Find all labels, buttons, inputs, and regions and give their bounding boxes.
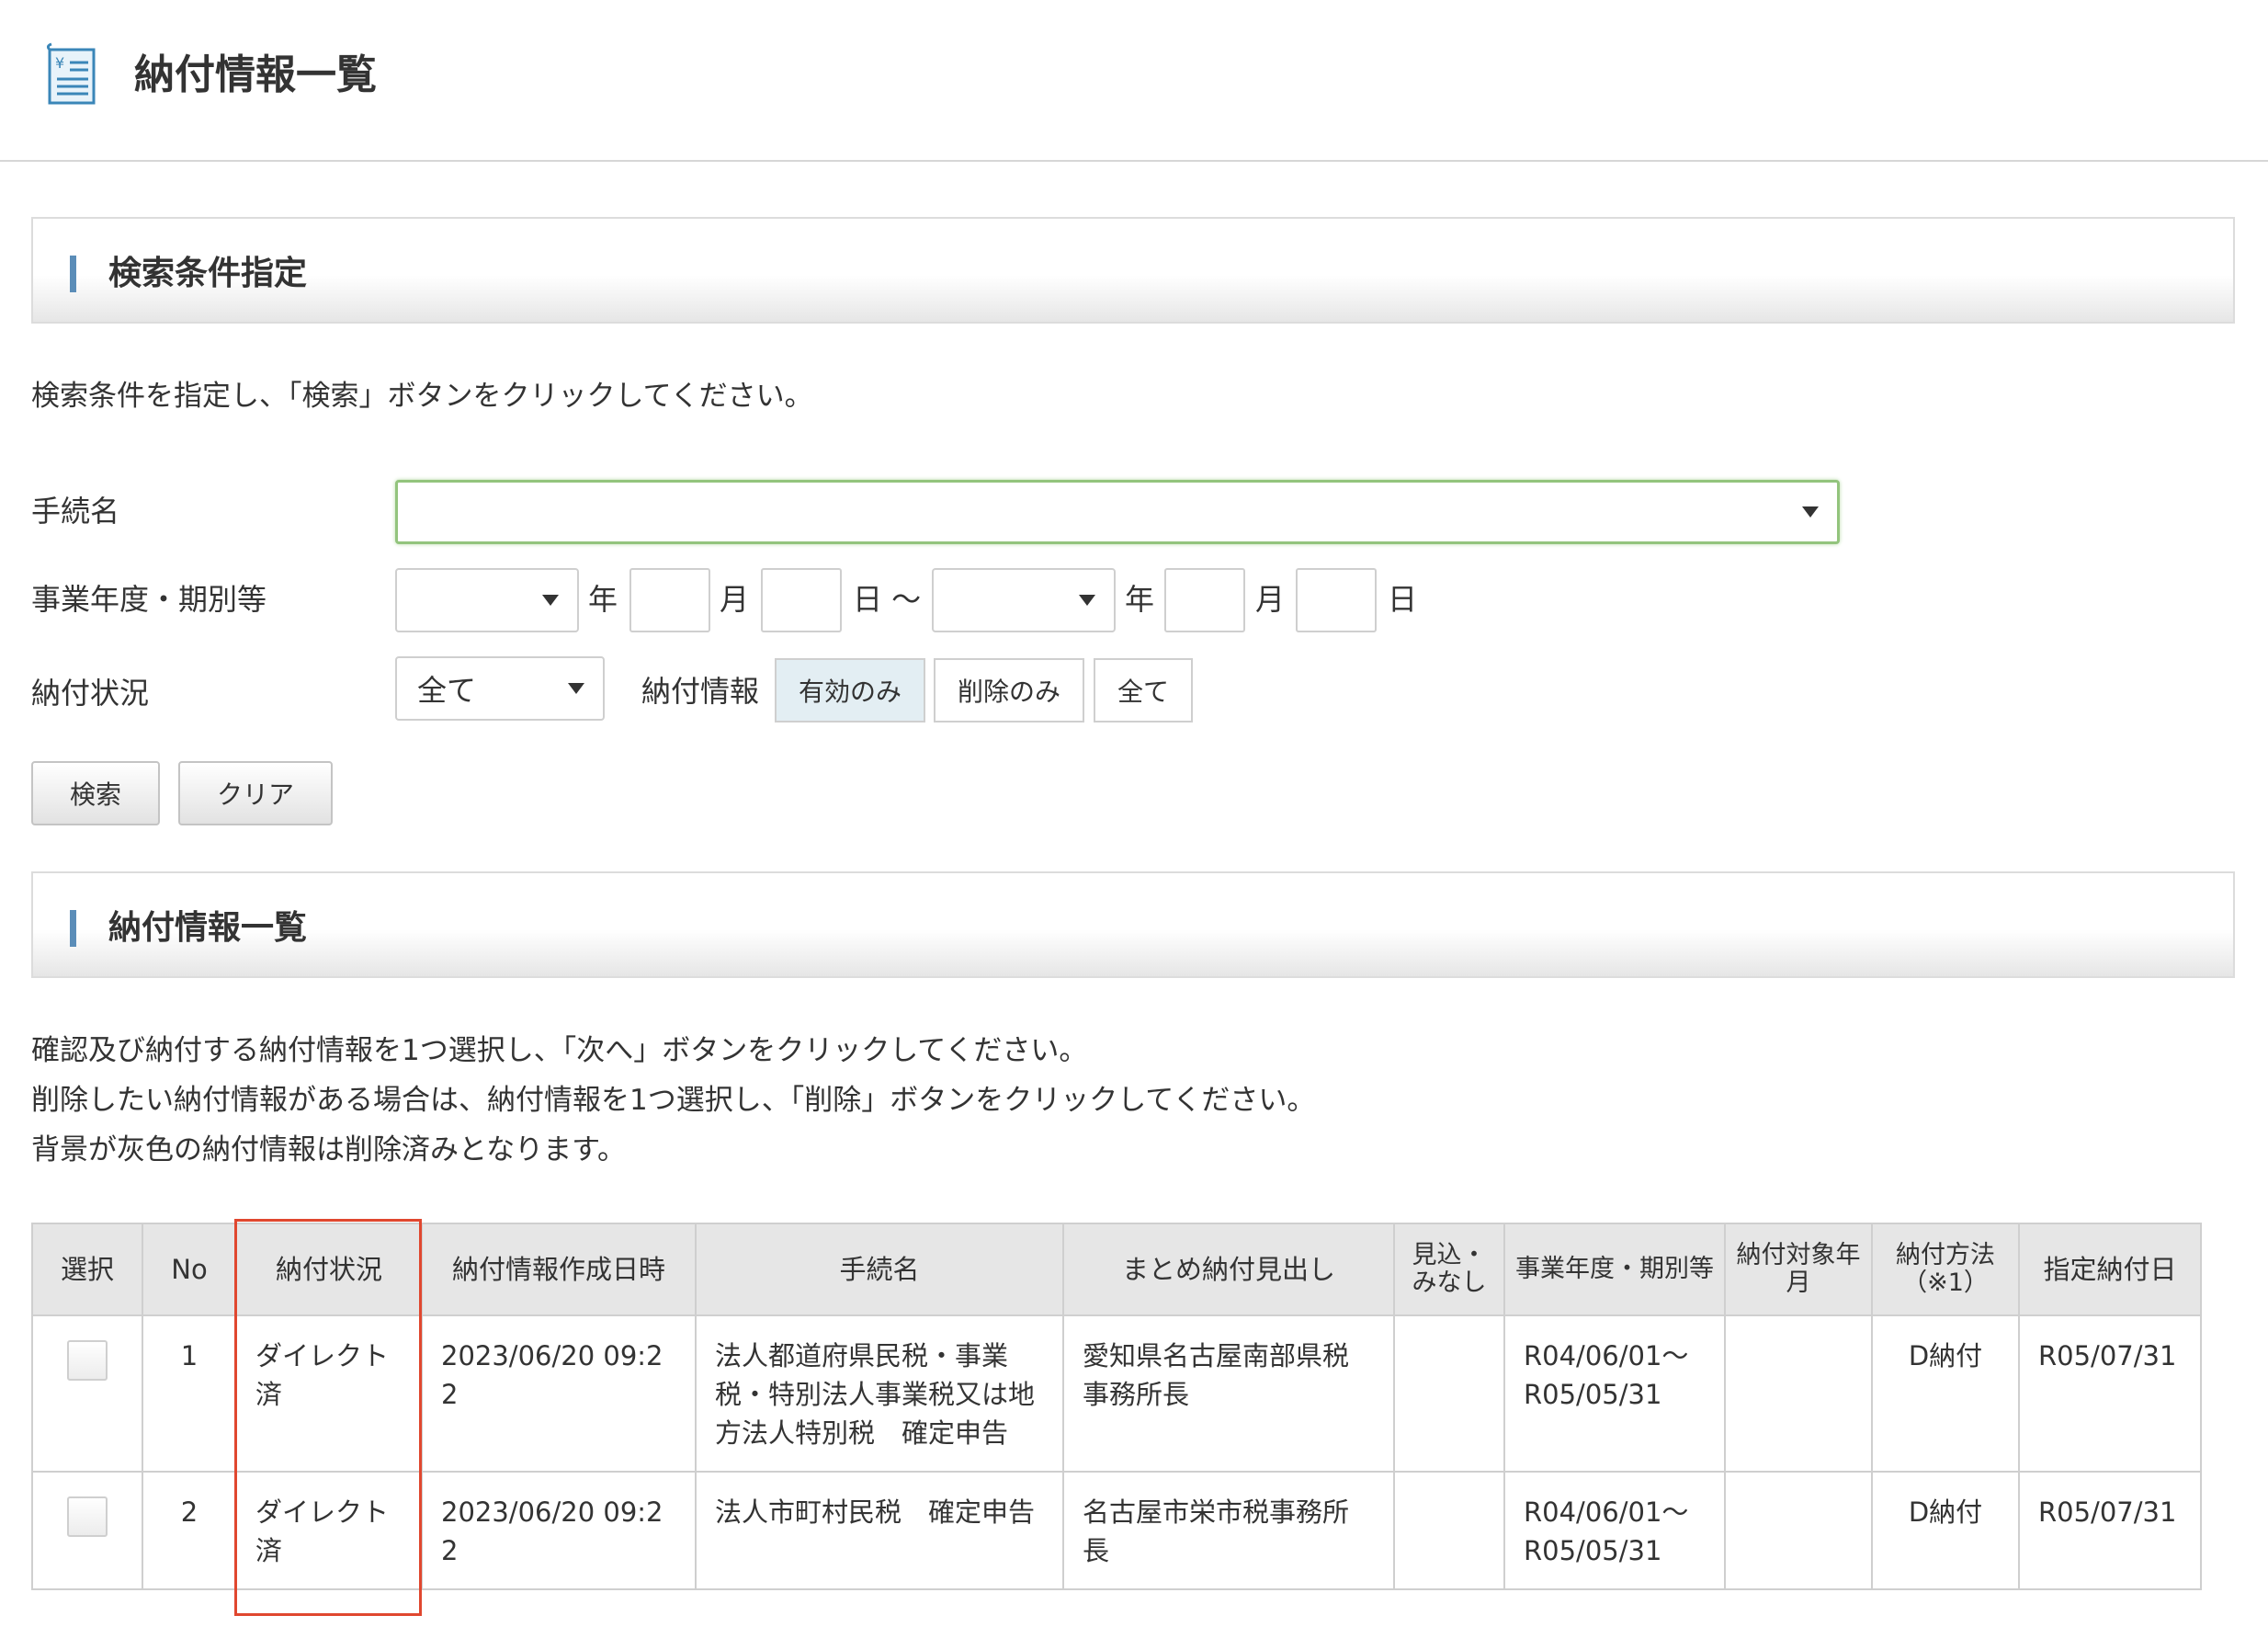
list-description-line-2: 削除したい納付情報がある場合は、納付情報を1つ選択し、「削除」ボタンをクリックし… bbox=[31, 1084, 1316, 1117]
row-period: R04/06/01〜R05/05/31 bbox=[1503, 1314, 1726, 1473]
row-due: R05/07/31 bbox=[2018, 1314, 2202, 1473]
row-select-checkbox[interactable] bbox=[67, 1496, 108, 1537]
svg-text:¥: ¥ bbox=[55, 54, 64, 72]
col-target-month-header: 納付対象年月 bbox=[1724, 1223, 1873, 1316]
chevron-down-icon bbox=[1079, 595, 1095, 606]
status-label: 納付状況 bbox=[31, 676, 150, 711]
unit-day-to: 日 bbox=[1388, 582, 1418, 617]
row-period: R04/06/01〜R05/05/31 bbox=[1503, 1471, 1726, 1590]
row-select-checkbox[interactable] bbox=[67, 1340, 108, 1381]
status-column-highlight-box bbox=[234, 1219, 422, 1616]
chevron-down-icon bbox=[1802, 506, 1819, 518]
status-select-value: 全て bbox=[417, 673, 477, 708]
info-deleted-only-button[interactable]: 削除のみ bbox=[934, 658, 1084, 722]
row-method: D納付 bbox=[1871, 1471, 2020, 1590]
list-description-line-1: 確認及び納付する納付情報を1つ選択し、「次へ」ボタンをクリックしてください。 bbox=[31, 1034, 1088, 1067]
search-button[interactable]: 検索 bbox=[31, 761, 160, 825]
row-summary: 名古屋市栄市税事務所長 bbox=[1062, 1471, 1395, 1590]
list-section-title: 納付情報一覧 bbox=[108, 909, 308, 947]
section-accent-bar bbox=[70, 256, 76, 292]
period-to-era-select[interactable] bbox=[932, 568, 1116, 632]
row-procedure: 法人都道府県民税・事業税・特別法人事業税又は地方法人特別税 確定申告 bbox=[695, 1314, 1064, 1473]
info-label: 納付情報 bbox=[641, 674, 760, 709]
row-target-month bbox=[1724, 1471, 1873, 1590]
row-created: 2023/06/20 09:22 bbox=[421, 1471, 697, 1590]
row-estimate bbox=[1393, 1471, 1505, 1590]
col-select-header: 選択 bbox=[31, 1223, 143, 1316]
chevron-down-icon bbox=[568, 683, 584, 694]
row-method: D納付 bbox=[1871, 1314, 2020, 1473]
period-to-year-input[interactable] bbox=[1164, 568, 1245, 632]
search-section-header: 検索条件指定 bbox=[31, 217, 2235, 324]
row-target-month bbox=[1724, 1314, 1873, 1473]
unit-day-from: 日 〜 bbox=[853, 582, 922, 617]
row-created: 2023/06/20 09:22 bbox=[421, 1314, 697, 1473]
unit-month-from: 月 bbox=[720, 582, 750, 617]
row-due: R05/07/31 bbox=[2018, 1471, 2202, 1590]
search-section-title: 検索条件指定 bbox=[108, 255, 308, 292]
status-select[interactable]: 全て bbox=[395, 656, 605, 721]
row-no: 1 bbox=[142, 1314, 237, 1473]
period-from-month-input[interactable] bbox=[761, 568, 842, 632]
row-procedure: 法人市町村民税 確定申告 bbox=[695, 1471, 1064, 1590]
list-description-line-3: 背景が灰色の納付情報は削除済みとなります。 bbox=[31, 1133, 626, 1166]
col-due-header: 指定納付日 bbox=[2018, 1223, 2202, 1316]
col-summary-header: まとめ納付見出し bbox=[1062, 1223, 1395, 1316]
procedure-label: 手続名 bbox=[31, 494, 120, 529]
chevron-down-icon bbox=[542, 595, 559, 606]
col-method-header: 納付方法（※1） bbox=[1871, 1223, 2020, 1316]
period-to-month-input[interactable] bbox=[1296, 568, 1377, 632]
col-created-header: 納付情報作成日時 bbox=[421, 1223, 697, 1316]
unit-month-to: 月 bbox=[1255, 582, 1286, 617]
search-description: 検索条件を指定し、「検索」ボタンをクリックしてください。 bbox=[31, 380, 813, 413]
period-label: 事業年度・期別等 bbox=[31, 582, 267, 617]
row-no: 2 bbox=[142, 1471, 237, 1590]
list-section-header: 納付情報一覧 bbox=[31, 871, 2235, 978]
unit-year-to: 年 bbox=[1125, 582, 1155, 617]
page-title: 納付情報一覧 bbox=[134, 51, 377, 98]
col-period-header: 事業年度・期別等 bbox=[1503, 1223, 1726, 1316]
col-estimate-header: 見込・みなし bbox=[1393, 1223, 1505, 1316]
col-procedure-header: 手続名 bbox=[695, 1223, 1064, 1316]
row-summary: 愛知県名古屋南部県税事務所長 bbox=[1062, 1314, 1395, 1473]
procedure-select[interactable] bbox=[395, 480, 1840, 544]
period-from-year-input[interactable] bbox=[629, 568, 710, 632]
col-no-header: No bbox=[142, 1223, 237, 1316]
period-from-era-select[interactable] bbox=[395, 568, 579, 632]
info-all-button[interactable]: 全て bbox=[1094, 658, 1193, 722]
clear-button[interactable]: クリア bbox=[178, 761, 333, 825]
payment-document-icon: ¥ bbox=[46, 42, 96, 105]
row-estimate bbox=[1393, 1314, 1505, 1473]
row-select-cell bbox=[31, 1314, 143, 1473]
unit-year-from: 年 bbox=[588, 582, 618, 617]
row-select-cell bbox=[31, 1471, 143, 1590]
page-header: ¥ 納付情報一覧 bbox=[0, 0, 2268, 162]
info-valid-only-button[interactable]: 有効のみ bbox=[775, 658, 925, 722]
section-accent-bar bbox=[70, 910, 76, 947]
